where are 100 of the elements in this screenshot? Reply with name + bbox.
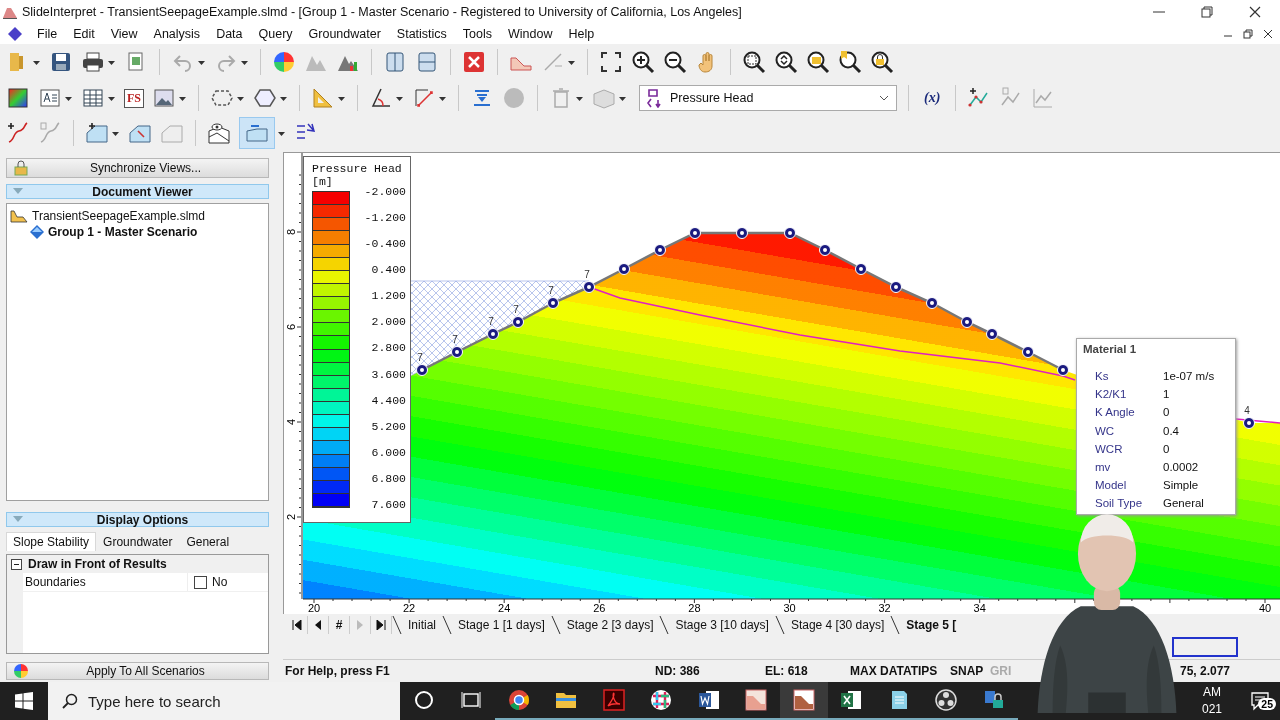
- section-title: Draw in Front of Results: [28, 557, 167, 571]
- boundary-node-icon[interactable]: [583, 281, 595, 293]
- previous-stage-icon[interactable]: [313, 619, 323, 630]
- arrow-box-icon[interactable]: [412, 86, 436, 110]
- zoom-vertical-icon[interactable]: [774, 50, 798, 74]
- fit-view-icon[interactable]: [599, 50, 623, 74]
- boundary-node-icon[interactable]: [736, 227, 748, 239]
- collapse-box-icon[interactable]: [11, 558, 22, 570]
- windows-start-icon[interactable]: [15, 692, 33, 710]
- first-stage-icon[interactable]: [292, 619, 302, 630]
- axis-tick-label: 8: [285, 228, 297, 236]
- node-label: 7: [488, 316, 494, 327]
- stage-tab[interactable]: Stage 4 [30 days]: [784, 617, 891, 632]
- axis-tick-label: 4: [285, 418, 297, 426]
- slope-app-icon[interactable]: [791, 688, 816, 712]
- boundary-node-icon[interactable]: [890, 281, 902, 293]
- legend-icon[interactable]: [6, 86, 30, 110]
- zoom-folder-icon[interactable]: [806, 50, 830, 74]
- save-icon[interactable]: [49, 50, 73, 74]
- spreadsheet-icon[interactable]: [839, 688, 864, 712]
- result-type-dropdown[interactable]: Pressure Head: [639, 85, 897, 111]
- boundary-node-icon[interactable]: [784, 227, 796, 239]
- recorder-icon[interactable]: [934, 688, 959, 712]
- text-box-icon[interactable]: [38, 86, 62, 110]
- color-wheel-icon[interactable]: [272, 50, 296, 74]
- angle-icon[interactable]: [369, 86, 393, 110]
- tab[interactable]: Slope Stability: [6, 532, 97, 551]
- boundary-node-icon[interactable]: [654, 244, 666, 256]
- checkbox[interactable]: [194, 575, 207, 589]
- menu-item[interactable]: Statistics: [388, 27, 455, 41]
- boundary-node-icon[interactable]: [855, 263, 867, 275]
- zoom-in-icon[interactable]: [631, 50, 655, 74]
- last-stage-icon[interactable]: [376, 619, 386, 630]
- menu-item[interactable]: Analysis: [145, 27, 209, 41]
- stage-tab[interactable]: Stage 1 [1 days]: [452, 617, 551, 632]
- boundary-node-icon[interactable]: [512, 316, 524, 328]
- zoom-lock-icon[interactable]: [870, 50, 894, 74]
- hexagon-icon[interactable]: [253, 86, 277, 110]
- page-button[interactable]: #: [329, 615, 350, 634]
- add-slope-icon[interactable]: [85, 121, 109, 145]
- boundary-node-icon[interactable]: [487, 328, 499, 340]
- zoom-out-icon[interactable]: [663, 50, 687, 74]
- menu-item[interactable]: View: [102, 27, 146, 41]
- legend-value: 7.600: [370, 497, 406, 511]
- boundary-node-icon[interactable]: [819, 244, 831, 256]
- add-curve-icon[interactable]: [6, 121, 30, 145]
- menu-item[interactable]: Help: [560, 27, 603, 41]
- menu-item[interactable]: Tools: [454, 27, 501, 41]
- tab-divider: [774, 614, 785, 635]
- stage-tab[interactable]: Stage 3 [10 days]: [669, 617, 775, 632]
- property-value: 0.4: [1163, 424, 1179, 437]
- zoom-window-icon[interactable]: [742, 50, 766, 74]
- property-label: K Angle: [1095, 406, 1136, 419]
- boundary-node-icon[interactable]: [618, 263, 630, 275]
- split-vertical-icon[interactable]: [383, 50, 407, 74]
- boundary-node-icon[interactable]: [416, 364, 428, 376]
- table-icon[interactable]: [81, 86, 105, 110]
- menu-item[interactable]: Query: [250, 27, 301, 41]
- boundary-node-icon[interactable]: [986, 328, 998, 340]
- section-header[interactable]: Document Viewer: [6, 184, 269, 199]
- boundary-node-icon[interactable]: [961, 316, 973, 328]
- boundary-node-icon[interactable]: [1243, 417, 1255, 429]
- search-field[interactable]: Type here to search: [48, 682, 400, 720]
- boundary-node-icon[interactable]: [689, 227, 701, 239]
- tree-item[interactable]: TransientSeepageExample.slmd: [10, 208, 265, 224]
- status-pane: EL: 618: [765, 664, 809, 678]
- diamond-icon: [7, 26, 23, 42]
- stage-tab[interactable]: Stage 5 [: [900, 617, 963, 632]
- menu-item[interactable]: Edit: [65, 27, 103, 41]
- menu-item[interactable]: Data: [208, 27, 251, 41]
- boundary-node-icon[interactable]: [1022, 346, 1034, 358]
- pdf-icon[interactable]: [601, 688, 626, 712]
- slope-app-icon[interactable]: [744, 688, 769, 712]
- boundary-node-icon[interactable]: [1057, 364, 1069, 376]
- apply-to-all-button[interactable]: Apply To All Scenarios: [6, 662, 269, 680]
- close-icon[interactable]: [1262, 28, 1274, 40]
- stage-tab[interactable]: Stage 2 [3 days]: [560, 617, 660, 632]
- stage-tab[interactable]: Initial: [402, 617, 442, 632]
- edit-function-button[interactable]: (x): [920, 90, 945, 106]
- factor-of-safety-button[interactable]: FS: [124, 88, 144, 108]
- image-icon[interactable]: [152, 86, 176, 110]
- restore-icon[interactable]: [1198, 3, 1216, 21]
- browser-icon[interactable]: [506, 688, 531, 712]
- tree-item[interactable]: Group 1 - Master Scenario: [30, 224, 265, 240]
- boundary-node-icon[interactable]: [926, 297, 938, 309]
- chat-app-icon[interactable]: [649, 688, 674, 712]
- menu-item[interactable]: Window: [500, 27, 561, 41]
- restore-icon[interactable]: [1242, 28, 1254, 40]
- split-horizontal-icon[interactable]: [415, 50, 439, 74]
- eye-map-icon[interactable]: [207, 121, 231, 145]
- word-processor-icon[interactable]: [696, 688, 721, 712]
- node-label: 7: [417, 352, 423, 363]
- boundary-node-icon[interactable]: [547, 297, 559, 309]
- section-header[interactable]: Display Options: [6, 512, 269, 527]
- synchronize-views-button[interactable]: Synchronize Views...: [6, 158, 269, 178]
- menu-item[interactable]: Groundwater: [300, 27, 389, 41]
- boundary-node-icon[interactable]: [451, 346, 463, 358]
- zoom-bookmark-icon[interactable]: [838, 50, 862, 74]
- printer-icon[interactable]: [81, 50, 105, 74]
- menu-item[interactable]: File: [29, 27, 66, 41]
